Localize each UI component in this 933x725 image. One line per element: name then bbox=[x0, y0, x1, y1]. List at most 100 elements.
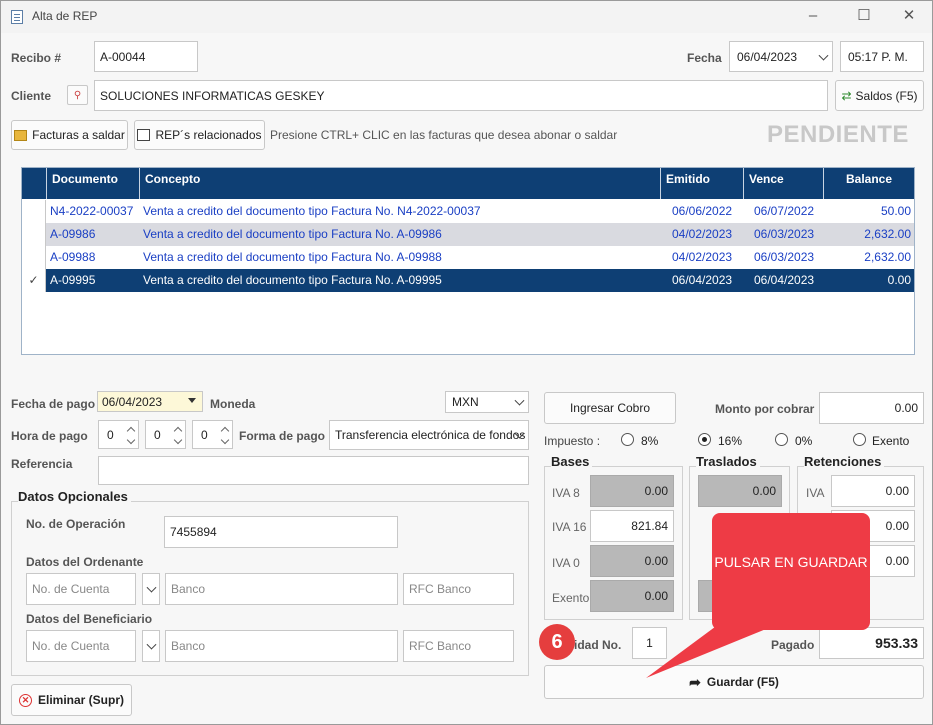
table-row-selected[interactable]: ✓ A-09995 Venta a credito del documento … bbox=[22, 269, 914, 292]
radio-0-label: 0% bbox=[795, 434, 813, 448]
table-row[interactable]: N4-2022-00037 Venta a credito del docume… bbox=[22, 200, 914, 223]
chevron-up-icon[interactable] bbox=[173, 426, 183, 436]
referencia-input[interactable] bbox=[98, 456, 529, 485]
radio-16[interactable] bbox=[698, 433, 711, 446]
column-header[interactable]: Balance bbox=[823, 168, 914, 199]
chevron-down-icon bbox=[146, 582, 157, 593]
forma-pago-label: Forma de pago bbox=[239, 429, 326, 443]
row-selector[interactable] bbox=[22, 200, 46, 223]
rfc-placeholder: RFC Banco bbox=[409, 639, 472, 653]
cell-vence: 06/04/2023 bbox=[754, 273, 815, 287]
chevron-down-icon bbox=[514, 395, 525, 406]
table-row[interactable]: A-09988 Venta a credito del documento ti… bbox=[22, 246, 914, 269]
radio-exento[interactable] bbox=[853, 433, 866, 446]
chevron-down-icon[interactable] bbox=[126, 435, 136, 445]
chevron-down-icon[interactable] bbox=[173, 435, 183, 445]
cell-vence: 06/03/2023 bbox=[754, 250, 815, 264]
row-selector[interactable] bbox=[22, 223, 46, 246]
chevron-up-icon[interactable] bbox=[220, 426, 230, 436]
fecha-select[interactable]: 06/04/2023 bbox=[729, 41, 833, 72]
column-header[interactable]: Vence bbox=[743, 168, 823, 199]
row-selector[interactable] bbox=[22, 246, 46, 269]
maximize-button[interactable]: ☐ bbox=[844, 5, 884, 29]
bases-title: Bases bbox=[551, 454, 593, 469]
facturas-a-saldar-button[interactable]: Facturas a saldar bbox=[11, 120, 128, 150]
rep-window: Alta de REP – ☐ ✕ Recibo # A-00044 Fecha… bbox=[0, 0, 933, 725]
recibo-value: A-00044 bbox=[100, 49, 146, 64]
iva8-label: IVA 8 bbox=[552, 486, 580, 500]
column-header[interactable]: Concepto bbox=[139, 168, 660, 199]
saldos-button[interactable]: ⇄ Saldos (F5) bbox=[835, 80, 924, 111]
column-header[interactable]: Emitido bbox=[660, 168, 743, 199]
bases-iva16-value: 821.84 bbox=[631, 519, 668, 533]
ret-iva-field[interactable]: 0.00 bbox=[831, 475, 915, 507]
cell-vence: 06/07/2022 bbox=[754, 204, 815, 218]
segundo-stepper[interactable]: 0 bbox=[192, 420, 233, 449]
column-header[interactable]: Documento bbox=[46, 168, 139, 199]
ordenante-label: Datos del Ordenante bbox=[26, 555, 144, 569]
rep-relacionados-button[interactable]: REP´s relacionados bbox=[134, 120, 265, 150]
dropdown-arrow-icon[interactable] bbox=[188, 398, 196, 403]
ordenante-rfc-input[interactable]: RFC Banco bbox=[403, 573, 514, 605]
radio-exento-label: Exento bbox=[872, 434, 910, 448]
beneficiario-cuenta-input[interactable]: No. de Cuenta bbox=[26, 630, 136, 662]
chevron-down-icon bbox=[818, 50, 829, 61]
moneda-select[interactable]: MXN bbox=[445, 391, 529, 413]
traslados-iva8-value: 0.00 bbox=[752, 484, 776, 498]
cell-emitido: 06/06/2022 bbox=[672, 204, 733, 218]
eliminar-button[interactable]: ✕ Eliminar (Supr) bbox=[11, 684, 132, 716]
beneficiario-rfc-input[interactable]: RFC Banco bbox=[403, 630, 514, 662]
referencia-label: Referencia bbox=[11, 457, 73, 471]
beneficiario-banco-input[interactable]: Banco bbox=[165, 630, 398, 662]
traslados-iva8-field: 0.00 bbox=[698, 475, 782, 507]
document-icon bbox=[11, 10, 23, 24]
moneda-value: MXN bbox=[452, 395, 479, 409]
pagado-value: 953.33 bbox=[875, 635, 918, 651]
rfc-placeholder: RFC Banco bbox=[409, 582, 472, 596]
fecha-pago-value: 06/04/2023 bbox=[102, 394, 163, 409]
hora-stepper[interactable]: 0 bbox=[98, 420, 139, 449]
chevron-down-icon[interactable] bbox=[220, 435, 230, 445]
beneficiario-cuenta-dropdown[interactable] bbox=[142, 630, 160, 662]
ordenante-banco-input[interactable]: Banco bbox=[165, 573, 398, 605]
hint-text: Presione CTRL+ CLIC en las facturas que … bbox=[270, 128, 618, 142]
forma-pago-select[interactable]: Transferencia electrónica de fondos bbox=[329, 420, 529, 450]
radio-0[interactable] bbox=[775, 433, 788, 446]
cell-concepto: Venta a credito del documento tipo Factu… bbox=[143, 204, 481, 218]
minuto-stepper[interactable]: 0 bbox=[145, 420, 186, 449]
hora-input[interactable]: 05:17 P. M. bbox=[840, 41, 924, 72]
chevron-up-icon[interactable] bbox=[126, 426, 136, 436]
facturas-table: Documento Concepto Emitido Vence Balance… bbox=[21, 167, 915, 355]
operacion-input[interactable]: 7455894 bbox=[164, 516, 398, 548]
bases-iva16-field: 821.84 bbox=[590, 510, 674, 542]
monto-input[interactable]: 0.00 bbox=[819, 392, 924, 424]
folder-icon bbox=[14, 129, 28, 141]
radio-16-label: 16% bbox=[718, 434, 743, 448]
table-row[interactable]: A-09986 Venta a credito del documento ti… bbox=[22, 223, 914, 246]
saldos-label: Saldos (F5) bbox=[855, 88, 918, 103]
cliente-input[interactable]: SOLUCIONES INFORMATICAS GESKEY bbox=[94, 80, 828, 111]
cell-balance: 50.00 bbox=[880, 204, 911, 218]
beneficiario-label: Datos del Beneficiario bbox=[26, 612, 153, 626]
chevron-down-icon bbox=[146, 639, 157, 650]
fecha-pago-label: Fecha de pago bbox=[11, 397, 96, 411]
ordenante-cuenta-dropdown[interactable] bbox=[142, 573, 160, 605]
ingresar-cobro-button[interactable]: Ingresar Cobro bbox=[544, 392, 676, 424]
ordenante-cuenta-input[interactable]: No. de Cuenta bbox=[26, 573, 136, 605]
cuenta-placeholder: No. de Cuenta bbox=[32, 639, 110, 653]
moneda-label: Moneda bbox=[210, 397, 256, 411]
fecha-value: 06/04/2023 bbox=[737, 49, 798, 64]
radio-8[interactable] bbox=[621, 433, 634, 446]
impuesto-label: Impuesto : bbox=[544, 434, 601, 448]
search-cliente-button[interactable]: ⚲ bbox=[67, 85, 88, 105]
row-selector[interactable]: ✓ bbox=[22, 269, 46, 292]
transfer-icon: ⇄ bbox=[841, 88, 852, 103]
iva0-label: IVA 0 bbox=[552, 556, 580, 570]
recibo-input[interactable]: A-00044 bbox=[94, 41, 198, 72]
hierarchy-icon bbox=[137, 129, 151, 141]
step-badge: 6 bbox=[539, 624, 575, 660]
ret-3-value: 0.00 bbox=[885, 554, 909, 568]
minimize-button[interactable]: – bbox=[793, 5, 833, 29]
close-button[interactable]: ✕ bbox=[889, 5, 929, 29]
checkmark-icon: ✓ bbox=[28, 273, 39, 287]
